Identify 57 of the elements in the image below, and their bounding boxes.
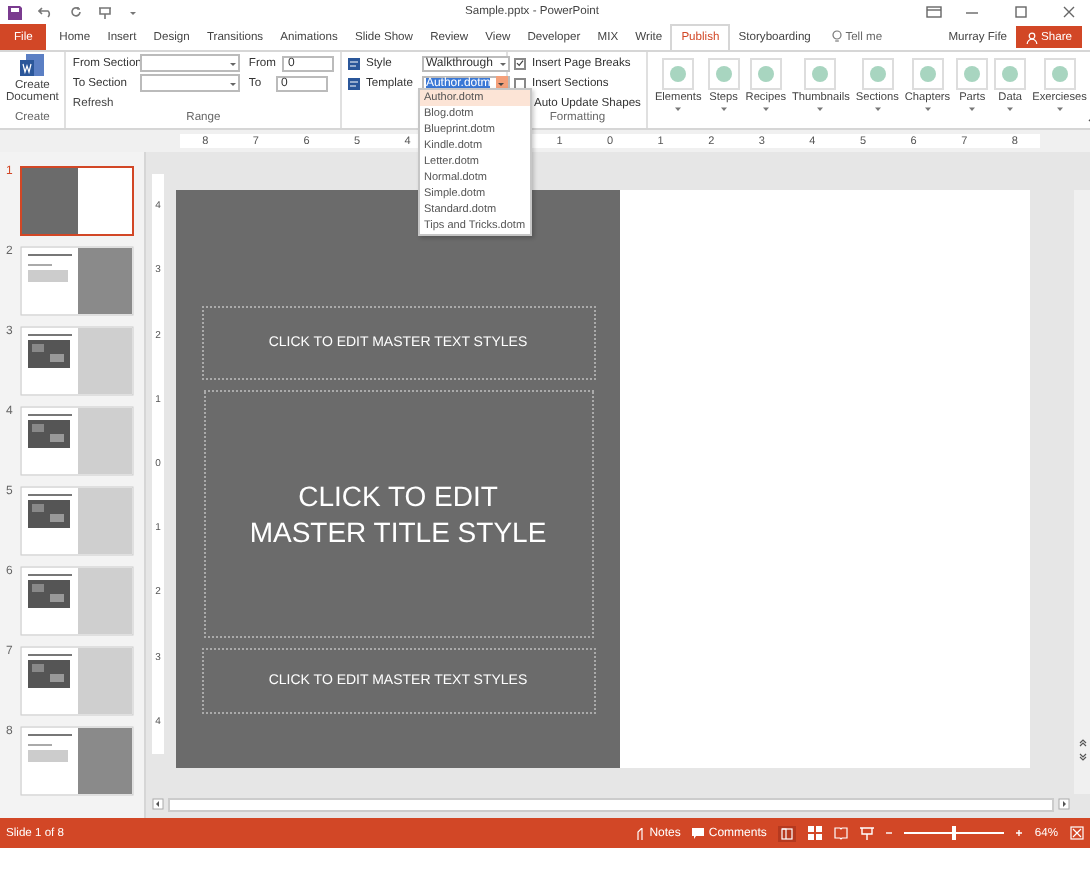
- slide-thumbnail[interactable]: [20, 646, 134, 716]
- person-icon: [1025, 31, 1038, 43]
- caret-icon: [923, 106, 932, 112]
- caret-icon: [228, 79, 239, 87]
- zoom-in-icon[interactable]: [1016, 830, 1023, 836]
- caret-icon: [873, 106, 882, 112]
- customize-icon[interactable]: [128, 7, 138, 17]
- fit-to-window-icon[interactable]: [1070, 826, 1084, 840]
- circle-icon: [1051, 66, 1068, 82]
- notes-icon: [635, 827, 646, 839]
- circle-icon: [964, 66, 981, 82]
- circle-icon: [1002, 66, 1019, 82]
- comment-icon: [692, 827, 705, 839]
- horizontal-scrollbar[interactable]: [168, 797, 1054, 811]
- circle-icon: [919, 66, 936, 82]
- caret-icon: [761, 106, 770, 112]
- save-icon[interactable]: [8, 5, 22, 19]
- title-placeholder[interactable]: CLICK TO EDIT MASTER TITLE STYLE: [203, 390, 593, 638]
- scroll-left-icon[interactable]: [152, 798, 164, 810]
- reading-view-icon[interactable]: [834, 826, 849, 840]
- slideshow-icon[interactable]: [860, 826, 875, 840]
- circle-icon: [670, 66, 687, 82]
- slide-thumbnail[interactable]: [20, 566, 134, 636]
- template-icon: [347, 77, 360, 89]
- style-icon: [347, 57, 360, 69]
- zoom-slider-thumb[interactable]: [951, 826, 956, 840]
- scroll-right-icon[interactable]: [1058, 798, 1070, 810]
- redo-icon[interactable]: [70, 6, 82, 18]
- caret-icon: [1055, 106, 1064, 112]
- undo-icon[interactable]: [38, 6, 54, 18]
- checkbox[interactable]: [513, 57, 526, 69]
- checkbox[interactable]: [513, 77, 526, 89]
- ribbon-display-icon[interactable]: [926, 6, 942, 18]
- presentation-icon[interactable]: [98, 5, 112, 19]
- slide-sorter-icon[interactable]: [808, 826, 823, 840]
- previous-slide-icon[interactable]: [1077, 738, 1087, 748]
- slide-thumbnail[interactable]: [20, 246, 134, 316]
- circle-icon: [715, 66, 732, 82]
- zoom-out-icon[interactable]: [886, 830, 893, 836]
- caret-icon: [816, 106, 825, 112]
- circle-icon: [812, 66, 829, 82]
- normal-view-icon[interactable]: [778, 825, 797, 841]
- caret-icon: [1006, 106, 1015, 112]
- circle-icon: [869, 66, 886, 82]
- circle-icon: [757, 66, 774, 82]
- slide-thumbnail[interactable]: [20, 406, 134, 476]
- slide-thumbnail[interactable]: [20, 726, 134, 796]
- slide-thumbnail[interactable]: [20, 326, 134, 396]
- caret-icon: [497, 59, 508, 67]
- slide-thumbnail[interactable]: [20, 166, 134, 236]
- slide-thumbnail[interactable]: [20, 486, 134, 556]
- caret-icon: [228, 59, 239, 67]
- caret-icon: [968, 106, 977, 112]
- next-slide-icon[interactable]: [1077, 752, 1087, 762]
- lightbulb-icon: [831, 30, 842, 44]
- caret-icon: [719, 106, 728, 112]
- caret-icon: [674, 106, 683, 112]
